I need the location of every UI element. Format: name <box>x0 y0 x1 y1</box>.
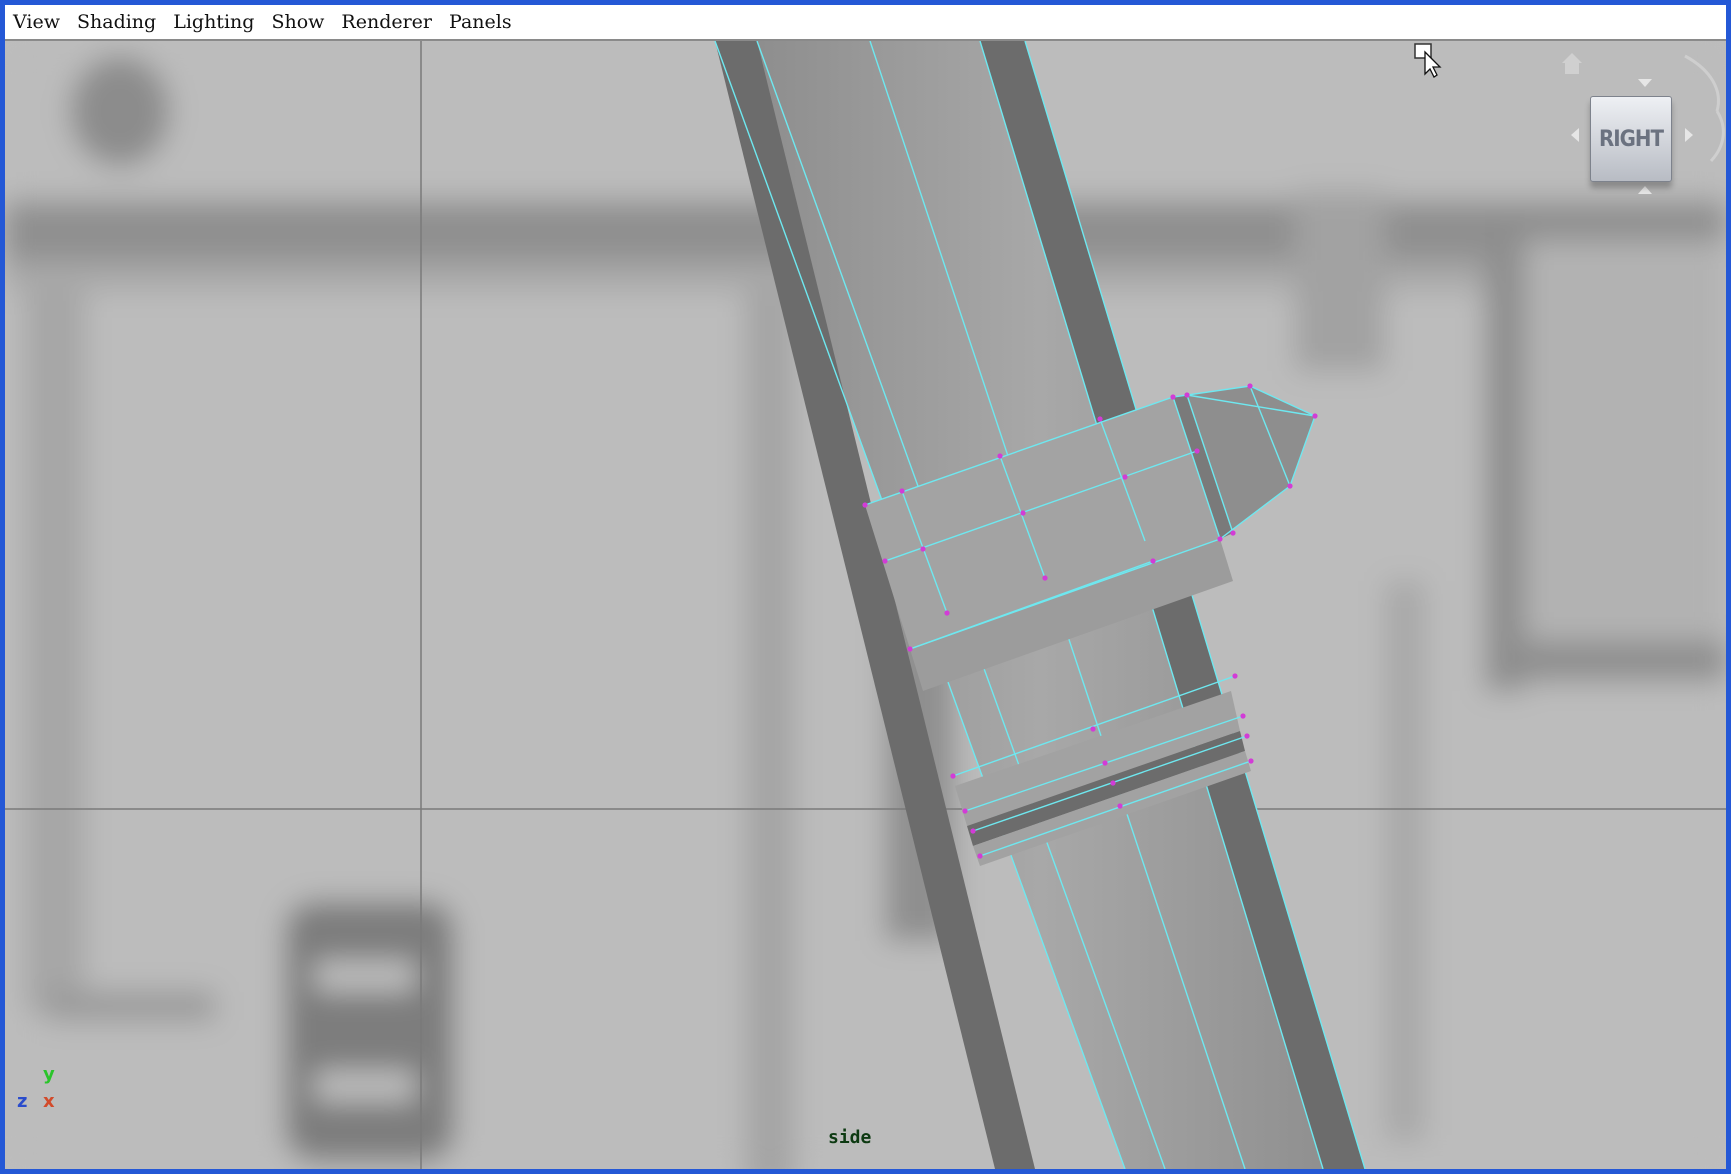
menu-show[interactable]: Show <box>263 11 333 33</box>
menu-view[interactable]: View <box>5 11 69 33</box>
3d-viewport[interactable]: RIGHT y z x side <box>5 41 1726 1169</box>
axis-y-label: y <box>43 1064 55 1085</box>
viewport-menubar: View Shading Lighting Show Renderer Pane… <box>5 5 1726 41</box>
scene-render <box>5 41 1726 1169</box>
menu-lighting[interactable]: Lighting <box>165 11 263 33</box>
axis-x-label: x <box>43 1091 55 1112</box>
menu-renderer[interactable]: Renderer <box>333 11 441 33</box>
menu-panels[interactable]: Panels <box>441 11 521 33</box>
camera-name-label: side <box>828 1127 872 1148</box>
menu-shading[interactable]: Shading <box>69 11 165 33</box>
axis-z-label: z <box>17 1091 28 1112</box>
viewcube-face-right[interactable]: RIGHT <box>1590 96 1672 182</box>
